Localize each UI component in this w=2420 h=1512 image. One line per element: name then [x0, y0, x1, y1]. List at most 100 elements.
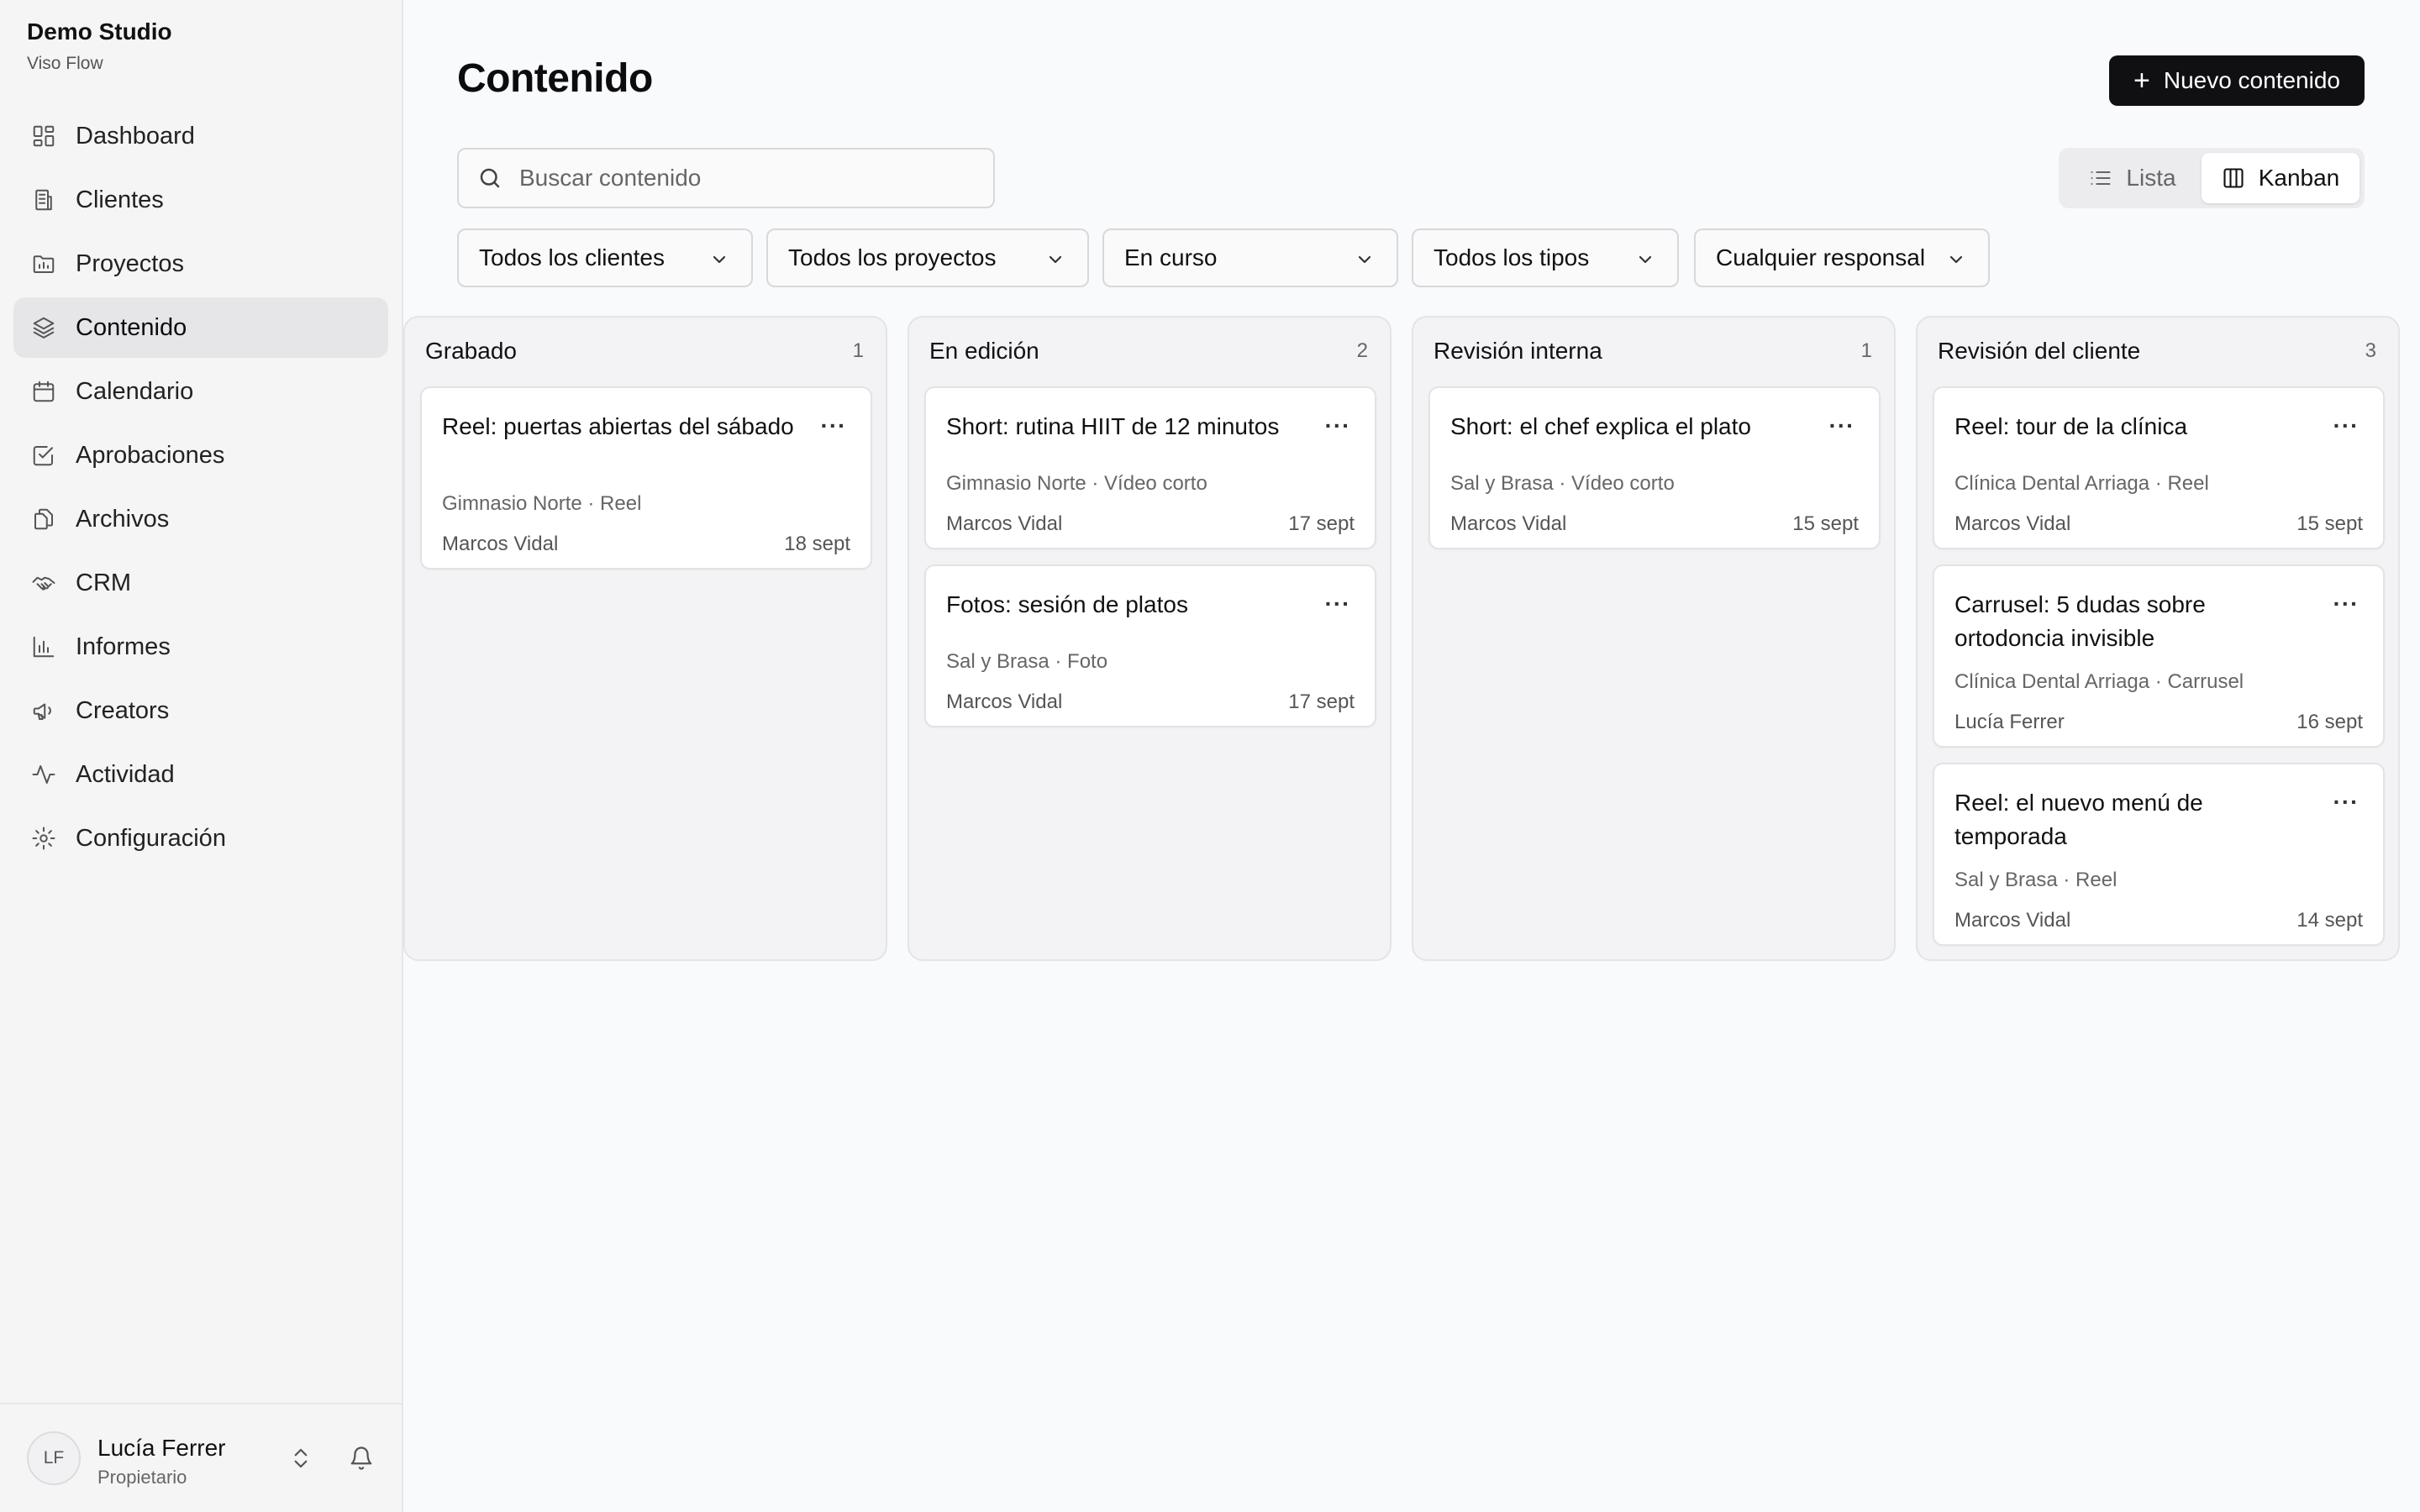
chevron-down-icon	[1355, 249, 1375, 269]
more-options-icon[interactable]: ···	[1323, 412, 1353, 438]
type-filter-value: Todos los tipos	[1434, 244, 1590, 270]
owner-filter[interactable]: Cualquier responsal	[1694, 228, 1990, 287]
activity-icon	[30, 761, 57, 788]
card-meta: Sal y Brasa · Foto	[946, 650, 1108, 673]
sidebar-item-proyectos[interactable]: Proyectos	[13, 234, 388, 294]
sidebar-item-dashboard[interactable]: Dashboard	[13, 106, 388, 166]
list-icon	[2091, 171, 2111, 186]
card-title: Fotos: sesión de platos	[946, 591, 1188, 617]
client-filter[interactable]: Todos los clientes	[457, 228, 753, 287]
card-meta: Clínica Dental Arriaga · Carrusel	[1954, 670, 2244, 693]
more-options-icon[interactable]: ···	[2331, 789, 2361, 815]
status-filter-value: En curso	[1124, 244, 1218, 270]
sidebar-item-calendario[interactable]: Calendario	[13, 361, 388, 422]
content-card[interactable]: Carrusel: 5 dudas sobre ortodoncia invis…	[1933, 564, 2385, 748]
card-date: 17 sept	[1288, 512, 1355, 535]
bell-icon[interactable]	[346, 1443, 376, 1473]
sidebar-nav: Dashboard Clientes Proyectos Contenido C…	[13, 106, 388, 872]
new-content-button[interactable]: + Nuevo contenido	[2109, 55, 2365, 106]
column-count: 1	[852, 339, 864, 362]
sidebar-item-label: Actividad	[76, 760, 175, 788]
card-owner: Marcos Vidal	[442, 533, 559, 555]
sidebar-item-label: Creators	[76, 696, 170, 724]
avatar: LF	[27, 1431, 81, 1485]
sidebar: Demo Studio Viso Flow Dashboard Clientes…	[0, 0, 403, 1512]
sidebar-item-creators[interactable]: Creators	[13, 680, 388, 741]
sidebar-item-archivos[interactable]: Archivos	[13, 489, 388, 549]
building-icon	[30, 186, 57, 213]
list-view-label: Lista	[2126, 165, 2176, 191]
content-card[interactable]: Fotos: sesión de platos ··· Sal y Brasa …	[924, 564, 1376, 727]
card-title: Carrusel: 5 dudas sobre ortodoncia invis…	[1954, 591, 2206, 651]
card-owner: Marcos Vidal	[1450, 512, 1567, 535]
chevron-down-icon	[1045, 249, 1065, 269]
content-card[interactable]: Reel: el nuevo menú de temporada ··· Sal…	[1933, 763, 2385, 946]
check-square-icon	[30, 442, 57, 469]
chevron-down-icon	[1635, 249, 1655, 269]
kanban-view-button[interactable]: Kanban	[2202, 153, 2360, 203]
card-title: Short: rutina HIIT de 12 minutos	[946, 413, 1280, 439]
kanban-view-label: Kanban	[2258, 165, 2340, 191]
card-date: 14 sept	[2296, 909, 2363, 932]
search-box	[457, 148, 995, 208]
column-title: Revisión interna	[1434, 338, 1602, 364]
owner-filter-value: Cualquier responsal	[1716, 244, 1926, 270]
handshake-icon	[30, 570, 57, 596]
sidebar-item-actividad[interactable]: Actividad	[13, 744, 388, 805]
column-count: 1	[1860, 339, 1872, 362]
content-card[interactable]: Short: el chef explica el plato ··· Sal …	[1428, 386, 1881, 549]
column-title: Revisión del cliente	[1938, 338, 2141, 364]
chevron-down-icon	[709, 249, 729, 269]
content-card[interactable]: Reel: puertas abiertas del sábado ··· Gi…	[420, 386, 872, 570]
card-owner: Marcos Vidal	[1954, 512, 2071, 535]
card-owner: Lucía Ferrer	[1954, 711, 2065, 733]
layers-icon	[30, 314, 57, 341]
sidebar-item-crm[interactable]: CRM	[13, 553, 388, 613]
more-options-icon[interactable]: ···	[2331, 412, 2361, 438]
sidebar-item-informes[interactable]: Informes	[13, 617, 388, 677]
content-card[interactable]: Short: rutina HIIT de 12 minutos ··· Gim…	[924, 386, 1376, 549]
sidebar-item-label: CRM	[76, 569, 132, 596]
content-card[interactable]: Reel: tour de la clínica ··· Clínica Den…	[1933, 386, 2385, 549]
sidebar-item-clientes[interactable]: Clientes	[13, 170, 388, 230]
card-title: Reel: puertas abiertas del sábado	[442, 413, 794, 439]
project-filter[interactable]: Todos los proyectos	[766, 228, 1089, 287]
sidebar-item-label: Aprobaciones	[76, 441, 225, 469]
user-name: Lucía Ferrer	[97, 1435, 226, 1461]
type-filter[interactable]: Todos los tipos	[1412, 228, 1679, 287]
column-title: Grabado	[425, 338, 517, 364]
page-title: Contenido	[457, 56, 653, 101]
kanban-column-en-edicion: En edición 2 Short: rutina HIIT de 12 mi…	[908, 316, 1392, 961]
more-options-icon[interactable]: ···	[1323, 591, 1353, 617]
sidebar-item-label: Informes	[76, 633, 171, 660]
column-count: 3	[2365, 339, 2376, 362]
status-filter[interactable]: En curso	[1102, 228, 1398, 287]
kanban-column-revision-cliente: Revisión del cliente 3 Reel: tour de la …	[1916, 316, 2400, 961]
gear-icon	[30, 825, 57, 852]
sidebar-item-label: Proyectos	[76, 249, 184, 277]
card-date: 17 sept	[1288, 690, 1355, 713]
sidebar-item-aprobaciones[interactable]: Aprobaciones	[13, 425, 388, 486]
card-date: 18 sept	[784, 533, 850, 555]
card-meta: Sal y Brasa · Vídeo corto	[1450, 472, 1675, 495]
columns-icon	[2223, 168, 2244, 188]
chevrons-up-down-icon[interactable]	[286, 1443, 316, 1473]
search-input[interactable]	[519, 165, 990, 192]
list-view-button[interactable]: Lista	[2064, 153, 2202, 203]
calendar-icon	[30, 378, 57, 405]
more-options-icon[interactable]: ···	[2331, 591, 2361, 617]
dashboard-icon	[30, 123, 57, 150]
card-title: Reel: tour de la clínica	[1954, 413, 2188, 439]
more-options-icon[interactable]: ···	[1827, 412, 1857, 438]
more-options-icon[interactable]: ···	[818, 412, 849, 438]
workspace-name[interactable]: Demo Studio	[27, 18, 172, 45]
kanban-column-grabado: Grabado 1 Reel: puertas abiertas del sáb…	[403, 316, 887, 961]
card-title: Short: el chef explica el plato	[1450, 413, 1751, 439]
sidebar-item-label: Contenido	[76, 313, 187, 341]
sidebar-item-label: Configuración	[76, 824, 226, 852]
user-menu[interactable]: LF Lucía Ferrer Propietario	[0, 1403, 402, 1512]
sidebar-item-configuracion[interactable]: Configuración	[13, 808, 388, 869]
kanban-column-revision-interna: Revisión interna 1 Short: el chef explic…	[1412, 316, 1896, 961]
view-toggle: Lista Kanban	[2059, 148, 2365, 208]
sidebar-item-contenido[interactable]: Contenido	[13, 297, 388, 358]
